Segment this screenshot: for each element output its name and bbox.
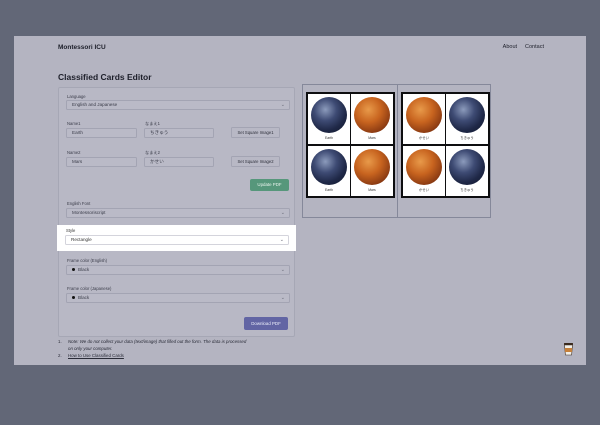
frame-jp-value: Black: [78, 295, 90, 300]
preview-sheet-jp: かせい ちきゅう かせい ちきゅう: [401, 92, 490, 198]
card-en-2: Mars: [351, 94, 393, 144]
card-caption: ちきゅう: [460, 136, 474, 140]
color-swatch: [72, 296, 75, 300]
english-font-value: Montessoriscript: [72, 210, 106, 215]
editor-form: Language English and Japanese ⌄ Name1 Ea…: [58, 87, 295, 337]
chevron-down-icon: ⌄: [280, 267, 285, 273]
card-caption: かせい: [418, 188, 430, 192]
style-highlight: Style Rectangle ⌄: [57, 225, 296, 251]
mars-image: [406, 97, 442, 133]
color-swatch: [72, 268, 75, 272]
chevron-down-icon: ⌄: [280, 210, 285, 216]
note-text: Note: We do not collect your data (text/…: [68, 339, 247, 344]
name2-jp-label: なまえ2: [145, 150, 160, 155]
frame-en-label: Frame color (English): [67, 258, 108, 263]
set-square-image1-button[interactable]: Set Square Image1: [231, 127, 280, 138]
note-item: 1. Note: We do not collect your data (tex…: [58, 339, 247, 344]
set-square-image2-button[interactable]: Set Square Image2: [231, 156, 280, 167]
frame-jp-select[interactable]: Black ⌄: [66, 293, 290, 303]
english-font-label: English Font: [67, 201, 91, 206]
earth-image: [449, 149, 485, 185]
style-value: Rectangle: [71, 237, 92, 242]
language-value: English and Japanese: [72, 102, 118, 107]
card-caption: Mars: [368, 188, 376, 192]
update-pdf-button[interactable]: Update PDF: [250, 179, 289, 191]
card-en-1: Earth: [308, 94, 350, 144]
preview-divider: [397, 85, 398, 217]
name1-label: Name1: [67, 121, 81, 126]
top-nav: About Contact: [503, 44, 544, 50]
frame-en-value: Black: [78, 267, 90, 272]
card-en-4: Mars: [351, 146, 393, 196]
name2-input[interactable]: Mars: [66, 157, 137, 167]
card-caption: かせい: [418, 136, 430, 140]
name1-input[interactable]: Earth: [66, 128, 137, 138]
pdf-preview: Earth Mars Earth Mars かせい ちきゅう かせい ちきゅう: [302, 84, 491, 218]
frame-jp-label: Frame color (Japanese): [67, 286, 112, 291]
name1-jp-label: なまえ1: [145, 121, 160, 126]
mars-image: [354, 97, 390, 133]
language-select[interactable]: English and Japanese ⌄: [66, 100, 290, 110]
language-label: Language: [67, 94, 86, 99]
card-jp-4: ちきゅう: [446, 146, 488, 196]
name2-label: Name2: [67, 150, 81, 155]
chevron-down-icon: ⌄: [280, 295, 285, 301]
notes-list: 1. Note: We do not collect your data (tex…: [58, 338, 246, 359]
style-label: Style: [66, 228, 76, 233]
nav-contact[interactable]: Contact: [525, 44, 544, 50]
download-pdf-button[interactable]: Download PDF: [244, 317, 288, 330]
earth-image: [311, 97, 347, 133]
page-title: Classified Cards Editor: [58, 72, 152, 82]
mars-image: [406, 149, 442, 185]
card-caption: ちきゅう: [460, 188, 474, 192]
page-container: Montessori ICU About Contact Classified …: [14, 36, 586, 365]
earth-image: [449, 97, 485, 133]
chevron-down-icon: ⌄: [280, 102, 285, 108]
card-caption: Earth: [324, 188, 334, 192]
note-text-cont: on only your computer.: [68, 346, 113, 351]
preview-sheet-en: Earth Mars Earth Mars: [306, 92, 395, 198]
chevron-down-icon: ⌄: [279, 237, 284, 243]
coffee-cup-icon[interactable]: [563, 342, 574, 356]
name2-jp-input[interactable]: かせい: [144, 157, 214, 167]
note-item: 2. How to Use Classified Cards: [58, 353, 124, 358]
name1-jp-input[interactable]: ちきゅう: [144, 128, 214, 138]
card-jp-2: ちきゅう: [446, 94, 488, 144]
nav-about[interactable]: About: [503, 44, 517, 50]
card-en-3: Earth: [308, 146, 350, 196]
card-caption: Mars: [368, 136, 376, 140]
frame-en-select[interactable]: Black ⌄: [66, 265, 290, 275]
earth-image: [311, 149, 347, 185]
how-to-link[interactable]: How to Use Classified Cards: [68, 353, 124, 358]
english-font-select[interactable]: Montessoriscript ⌄: [66, 208, 290, 218]
card-caption: Earth: [324, 136, 334, 140]
coffee-cup-svg: [564, 343, 573, 356]
brand-logo[interactable]: Montessori ICU: [58, 44, 106, 51]
card-jp-3: かせい: [403, 146, 445, 196]
card-jp-1: かせい: [403, 94, 445, 144]
note-item: on only your computer.: [58, 345, 246, 352]
mars-image: [354, 149, 390, 185]
style-select[interactable]: Rectangle ⌄: [65, 235, 289, 245]
